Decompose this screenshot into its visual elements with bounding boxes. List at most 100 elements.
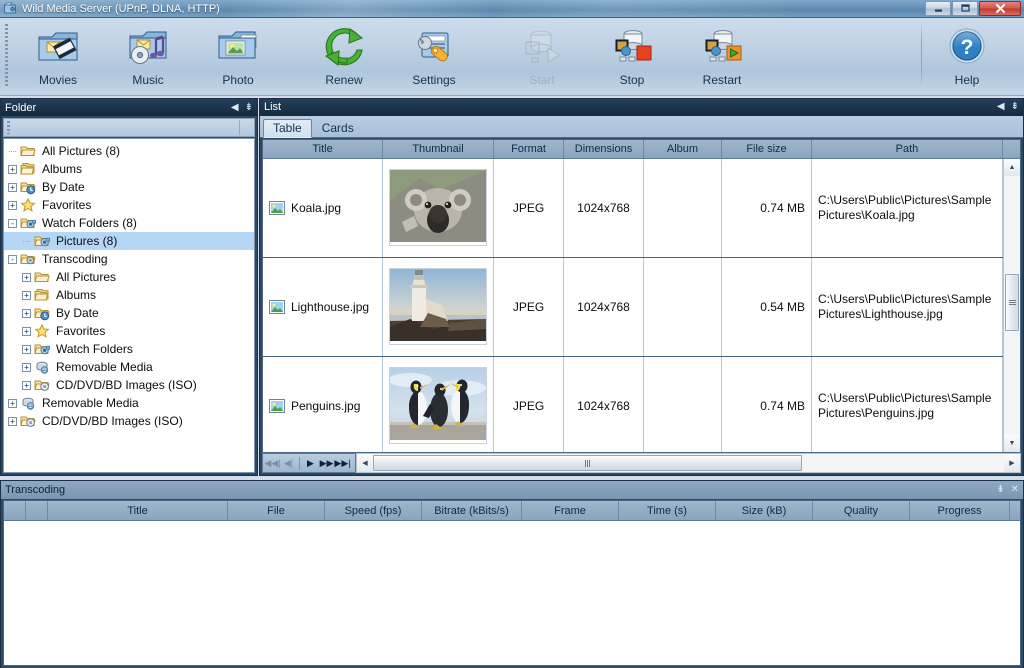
grid-rows: Koala.jpg JPEG 1024x768 0.74 MB C:\Users\Pu… [263, 158, 1003, 452]
tree-node[interactable]: + CD/DVD/BD Images (ISO) [4, 412, 254, 430]
transcoding-column-header-title[interactable]: Title [48, 501, 228, 520]
renew-icon [321, 22, 367, 72]
transcoding-column-header-blank-0[interactable] [4, 501, 26, 520]
tree-node[interactable]: + By Date [4, 178, 254, 196]
grid-hscroll-thumb[interactable] [373, 455, 803, 471]
cell-file-size: 0.54 MB [722, 257, 812, 356]
toolbar-button-music[interactable]: Music [103, 21, 193, 93]
folder-toolstrip-grip[interactable] [7, 121, 10, 134]
expand-icon[interactable]: + [8, 200, 17, 210]
transcoding-column-header-bitrate-kbits-s[interactable]: Bitrate (kBits/s) [422, 501, 522, 520]
column-header-path[interactable]: Path [812, 139, 1003, 158]
scroll-left-icon[interactable]: ◀ [357, 454, 373, 472]
scroll-right-icon[interactable]: ▶ [1004, 454, 1020, 472]
expand-icon[interactable]: + [8, 416, 17, 426]
table-row[interactable]: Penguins.jpg JPEG 1024x768 0.74 MB C:\Us… [263, 356, 1003, 452]
expand-icon[interactable]: + [22, 272, 31, 282]
tree-node[interactable]: + Watch Folders [4, 340, 254, 358]
toolbar-button-restart[interactable]: Restart [677, 21, 767, 93]
collapse-icon[interactable]: ◀ [997, 102, 1005, 112]
expand-icon[interactable]: + [8, 182, 17, 192]
tree-node[interactable]: + Removable Media [4, 358, 254, 376]
column-header-dimensions[interactable]: Dimensions [564, 139, 644, 158]
column-header-format[interactable]: Format [494, 139, 564, 158]
folder-tree[interactable]: All Pictures (8) + Albums + By Date + Favorite… [3, 138, 255, 473]
collapse-icon[interactable]: - [8, 218, 17, 228]
expand-icon[interactable]: + [22, 362, 31, 372]
tree-node[interactable]: + By Date [4, 304, 254, 322]
transcoding-column-header-quality[interactable]: Quality [813, 501, 910, 520]
column-header-title[interactable]: Title [263, 139, 383, 158]
transcoding-column-header-speed-fps[interactable]: Speed (fps) [325, 501, 422, 520]
maximize-button[interactable] [952, 1, 978, 16]
scroll-up-icon[interactable]: ▲ [1004, 158, 1020, 176]
tree-node[interactable]: Pictures (8) [4, 232, 254, 250]
expand-icon[interactable]: + [8, 164, 17, 174]
tab-cards[interactable]: Cards [312, 118, 364, 137]
removable-icon [20, 395, 36, 411]
toolbar-grip[interactable] [5, 24, 8, 86]
toolbar-button-start[interactable]: Start [497, 21, 587, 93]
transcoding-column-header-progress[interactable]: Progress [910, 501, 1010, 520]
grid-vscroll-thumb[interactable] [1005, 274, 1019, 332]
tree-node[interactable]: All Pictures (8) [4, 142, 254, 160]
record-navigator[interactable]: ◀◀| ◀| ▶ ▶▶ ▶▶| [262, 453, 356, 473]
expand-icon[interactable]: + [22, 326, 31, 336]
toolbar-button-movies[interactable]: Movies [13, 21, 103, 93]
transcoding-column-header-time-s[interactable]: Time (s) [619, 501, 716, 520]
tree-node[interactable]: + Albums [4, 286, 254, 304]
list-view-tabs[interactable]: Table Cards [260, 115, 1023, 138]
nav-last-button[interactable]: ▶▶| [334, 455, 350, 471]
tree-node[interactable]: + Albums [4, 160, 254, 178]
grid-vscroll-track[interactable] [1004, 175, 1020, 435]
toolbar-button-help[interactable]: ? Help [922, 21, 1012, 93]
grid-hscroll-track[interactable] [373, 454, 1004, 472]
pin-icon[interactable]: ⇟ [245, 102, 253, 113]
collapse-icon[interactable]: ◀ [231, 102, 239, 113]
column-header-album[interactable]: Album [644, 139, 722, 158]
grid-horizontal-scrollbar[interactable]: ◀ ▶ [356, 453, 1021, 473]
column-header-file-size[interactable]: File size [722, 139, 812, 158]
table-row[interactable]: Koala.jpg JPEG 1024x768 0.74 MB C:\Users\Pu… [263, 158, 1003, 258]
expand-icon[interactable]: + [22, 308, 31, 318]
grid-header-row[interactable]: Title Thumbnail Format Dimensions Album File … [263, 139, 1020, 159]
scroll-down-icon[interactable]: ▼ [1004, 435, 1020, 452]
window-title: Wild Media Server (UPnP, DLNA, HTTP) [22, 2, 220, 15]
tree-node[interactable]: - Watch Folders (8) [4, 214, 254, 232]
transcoding-column-header-frame[interactable]: Frame [522, 501, 619, 520]
transcoding-column-header-size-kb[interactable]: Size (kB) [716, 501, 813, 520]
nav-play-button[interactable]: ▶ [303, 455, 318, 471]
list-panel-title: List [264, 101, 282, 114]
nav-first-button[interactable]: ◀◀| [264, 455, 280, 471]
collapse-icon[interactable]: - [8, 254, 17, 264]
nav-prev-button[interactable]: ◀| [281, 455, 296, 471]
toolbar-button-renew[interactable]: Renew [299, 21, 389, 93]
expand-icon[interactable]: + [22, 380, 31, 390]
tree-node[interactable]: - Transcoding [4, 250, 254, 268]
grid-vertical-scrollbar[interactable]: ▲ ▼ [1003, 158, 1020, 452]
expand-icon[interactable]: + [8, 398, 17, 408]
toolbar-button-stop[interactable]: Stop [587, 21, 677, 93]
transcoding-header-row[interactable]: Title File Speed (fps) Bitrate (kBits/s) Fra… [4, 501, 1020, 521]
nav-next-button[interactable]: ▶▶ [319, 455, 334, 471]
pin-icon[interactable]: ⇟ [996, 485, 1004, 495]
tab-table[interactable]: Table [263, 118, 312, 138]
close-button[interactable] [979, 1, 1021, 16]
transcoding-column-header-file[interactable]: File [228, 501, 325, 520]
minimize-button[interactable] [925, 1, 951, 16]
expand-icon[interactable]: + [22, 290, 31, 300]
tree-node[interactable]: + Favorites [4, 196, 254, 214]
toolbar-button-photo[interactable]: Photo [193, 21, 283, 93]
close-icon[interactable]: ✕ [1011, 485, 1019, 495]
toolbar-button-settings[interactable]: Settings [389, 21, 479, 93]
tree-node[interactable]: + Removable Media [4, 394, 254, 412]
expand-icon[interactable]: + [22, 344, 31, 354]
transcoding-column-header-blank-1[interactable] [26, 501, 48, 520]
tree-node[interactable]: + Favorites [4, 322, 254, 340]
pin-icon[interactable]: ⇟ [1011, 102, 1019, 112]
transcoding-icon [20, 251, 36, 267]
tree-node[interactable]: + CD/DVD/BD Images (ISO) [4, 376, 254, 394]
tree-node[interactable]: + All Pictures [4, 268, 254, 286]
table-row[interactable]: Lighthouse.jpg JPEG 1024x768 0.54 MB C:\Use… [263, 257, 1003, 357]
column-header-thumbnail[interactable]: Thumbnail [383, 139, 494, 158]
